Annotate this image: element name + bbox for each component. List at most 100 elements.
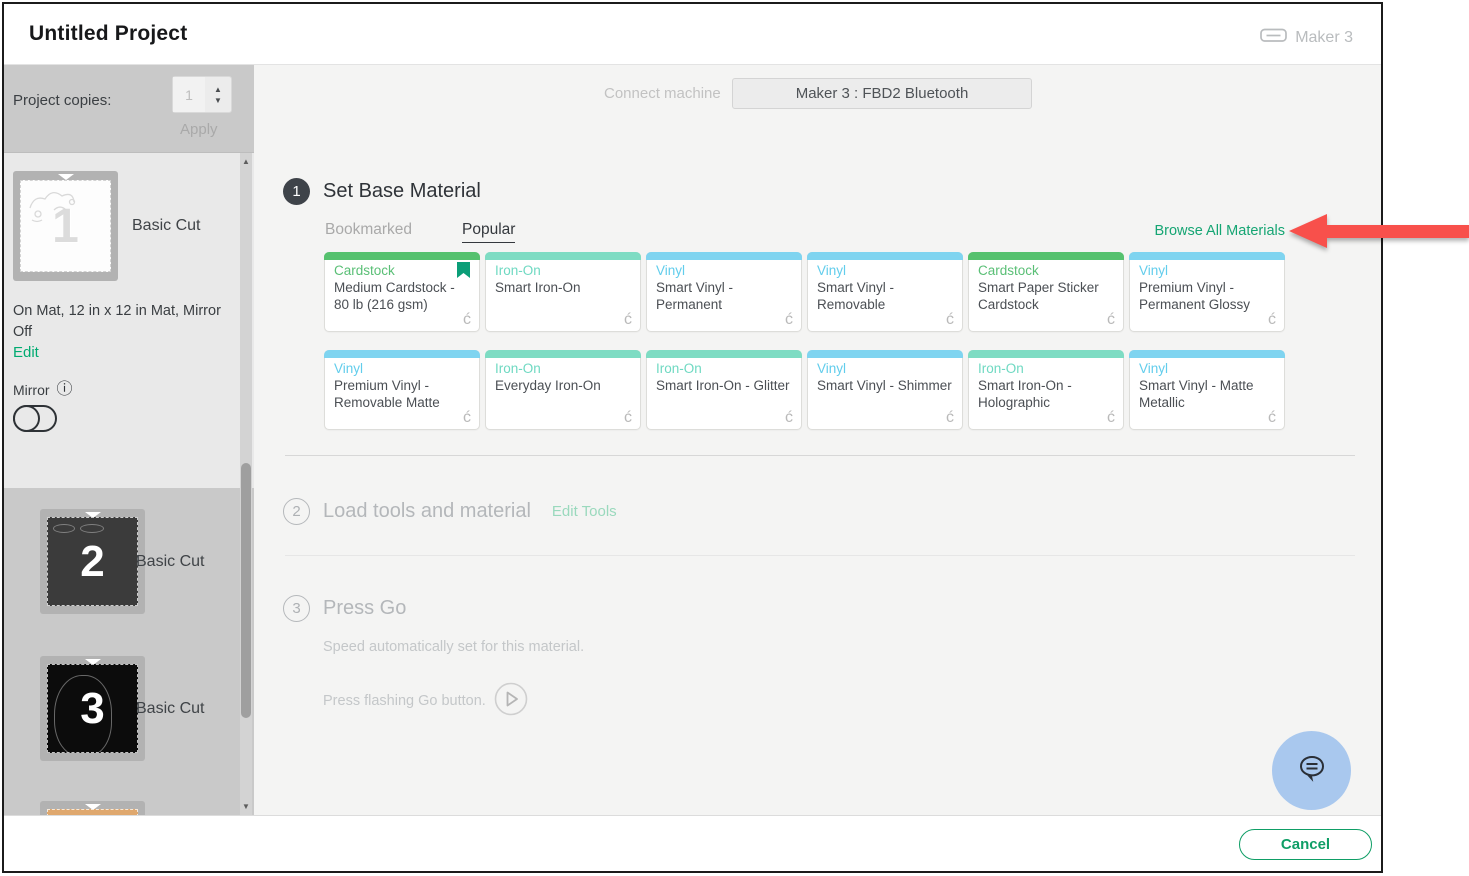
mat-item-4-partial[interactable] xyxy=(4,801,254,815)
card-color-bar xyxy=(807,252,963,260)
material-card[interactable]: Vinyl Smart Vinyl - Permanent ć xyxy=(646,252,802,332)
material-card[interactable]: Iron-On Everyday Iron-On ć xyxy=(485,350,641,430)
sidebar-scrollbar[interactable]: ▲ ▼ xyxy=(240,153,252,815)
card-color-bar xyxy=(324,350,480,358)
step2-badge: 2 xyxy=(283,498,310,525)
title-bar: Untitled Project Maker 3 xyxy=(4,4,1381,65)
material-name: Medium Cardstock - 80 lb (216 gsm) xyxy=(334,279,470,314)
scroll-up-icon[interactable]: ▲ xyxy=(240,157,252,166)
material-card[interactable]: Iron-On Smart Iron-On - Glitter ć xyxy=(646,350,802,430)
cricut-brand-icon: ć xyxy=(1107,409,1115,427)
cricut-brand-icon: ć xyxy=(1268,311,1276,329)
mat-item-2[interactable]: 2 Basic Cut xyxy=(4,509,254,649)
section-divider xyxy=(285,455,1355,456)
mat-number: 2 xyxy=(80,537,104,587)
mirror-label: Mirror xyxy=(13,382,50,398)
scrollbar-thumb[interactable] xyxy=(241,463,251,718)
bookmark-icon[interactable] xyxy=(457,262,470,283)
step3-badge: 3 xyxy=(283,595,310,622)
mat-1-thumbnail[interactable]: 1 xyxy=(13,171,118,281)
screenshot-stage: Untitled Project Maker 3 Project copies:… xyxy=(0,0,1469,876)
material-category: Vinyl xyxy=(656,263,685,278)
stepper-up-icon[interactable]: ▲ xyxy=(214,85,222,94)
material-name: Smart Vinyl - Permanent xyxy=(656,279,792,314)
mat-list: 1 Basic Cut On Mat, 12 in x 12 in Mat, M… xyxy=(4,153,254,815)
tab-bookmarked[interactable]: Bookmarked xyxy=(325,221,412,243)
info-icon[interactable]: ⓘ xyxy=(57,382,73,398)
cricut-brand-icon: ć xyxy=(624,311,632,329)
edit-tools-link[interactable]: Edit Tools xyxy=(552,503,617,520)
mat-design-preview xyxy=(24,184,84,226)
chat-bubble-icon xyxy=(1294,750,1330,791)
mat-2-preview: 2 xyxy=(47,517,138,606)
speed-note: Speed automatically set for this materia… xyxy=(323,639,584,655)
card-color-bar xyxy=(485,350,641,358)
material-card[interactable]: Iron-On Smart Iron-On - Holographic ć xyxy=(968,350,1124,430)
material-category: Iron-On xyxy=(656,361,702,376)
card-color-bar xyxy=(646,350,802,358)
project-copies-panel: Project copies: ▲ ▼ Apply xyxy=(4,65,254,153)
material-card[interactable]: Vinyl Smart Vinyl - Removable ć xyxy=(807,252,963,332)
step2-title: Load tools and material xyxy=(323,500,531,523)
material-name: Smart Iron-On - Glitter xyxy=(656,377,792,394)
material-category: Vinyl xyxy=(817,263,846,278)
mirror-row: Mirror ⓘ xyxy=(13,382,73,398)
mat-2-linetype: Basic Cut xyxy=(136,553,204,571)
mat-3-preview: 3 xyxy=(47,664,138,753)
material-cards-grid: Cardstock Medium Cardstock - 80 lb (216 … xyxy=(324,252,1285,430)
card-color-bar xyxy=(485,252,641,260)
material-card[interactable]: Cardstock Medium Cardstock - 80 lb (216 … xyxy=(324,252,480,332)
cancel-button[interactable]: Cancel xyxy=(1239,829,1372,860)
mat-item-3[interactable]: 3 Basic Cut xyxy=(4,656,254,796)
cricut-brand-icon: ć xyxy=(1107,311,1115,329)
card-color-bar xyxy=(968,350,1124,358)
cricut-brand-icon: ć xyxy=(1268,409,1276,427)
cricut-brand-icon: ć xyxy=(463,311,471,329)
mat-2-thumbnail[interactable]: 2 xyxy=(40,509,145,614)
material-card[interactable]: Vinyl Premium Vinyl - Permanent Glossy ć xyxy=(1129,252,1285,332)
material-card[interactable]: Vinyl Smart Vinyl - Matte Metallic ć xyxy=(1129,350,1285,430)
mat-sidebar: Project copies: ▲ ▼ Apply xyxy=(4,65,254,815)
material-card[interactable]: Vinyl Smart Vinyl - Shimmer ć xyxy=(807,350,963,430)
help-chat-button[interactable] xyxy=(1272,731,1351,810)
material-card[interactable]: Cardstock Smart Paper Sticker Cardstock … xyxy=(968,252,1124,332)
material-category: Iron-On xyxy=(495,361,541,376)
copies-input[interactable] xyxy=(173,77,205,112)
machine-select-button[interactable]: Maker 3 : FBD2 Bluetooth xyxy=(732,78,1032,109)
step3-header: 3 Press Go xyxy=(283,595,406,622)
card-color-bar xyxy=(807,350,963,358)
tab-popular[interactable]: Popular xyxy=(462,221,515,243)
cricut-brand-icon: ć xyxy=(946,311,954,329)
copies-stepper[interactable]: ▲ ▼ xyxy=(172,76,232,113)
mirror-toggle-knob xyxy=(13,405,40,432)
material-name: Smart Vinyl - Matte Metallic xyxy=(1139,377,1275,412)
cricut-brand-icon: ć xyxy=(785,409,793,427)
mirror-toggle[interactable] xyxy=(13,405,57,432)
material-card[interactable]: Vinyl Premium Vinyl - Removable Matte ć xyxy=(324,350,480,430)
mat-3-thumbnail[interactable]: 3 xyxy=(40,656,145,761)
connect-machine-label: Connect machine xyxy=(604,85,721,102)
mat-item-1-selected[interactable]: 1 Basic Cut On Mat, 12 in x 12 in Mat, M… xyxy=(4,153,254,488)
machine-icon xyxy=(1260,26,1287,49)
browse-all-materials-link[interactable]: Browse All Materials xyxy=(1154,223,1285,239)
card-color-bar xyxy=(1129,350,1285,358)
card-color-bar xyxy=(1129,252,1285,260)
card-color-bar xyxy=(968,252,1124,260)
cricut-brand-icon: ć xyxy=(785,311,793,329)
step1-title: Set Base Material xyxy=(323,180,481,203)
material-name: Premium Vinyl - Removable Matte xyxy=(334,377,470,412)
stepper-down-icon[interactable]: ▼ xyxy=(214,96,222,105)
go-button-icon xyxy=(494,682,528,720)
cricut-brand-icon: ć xyxy=(946,409,954,427)
scroll-down-icon[interactable]: ▼ xyxy=(240,802,252,811)
apply-button[interactable]: Apply xyxy=(180,121,218,138)
material-name: Premium Vinyl - Permanent Glossy xyxy=(1139,279,1275,314)
make-it-panel: Connect machine Maker 3 : FBD2 Bluetooth… xyxy=(254,65,1381,815)
edit-mat-link[interactable]: Edit xyxy=(13,344,39,361)
machine-status[interactable]: Maker 3 xyxy=(1260,26,1353,49)
material-name: Smart Paper Sticker Cardstock xyxy=(978,279,1114,314)
mat-4-thumbnail[interactable] xyxy=(40,801,145,815)
material-card[interactable]: Iron-On Smart Iron-On ć xyxy=(485,252,641,332)
copies-stepper-arrows[interactable]: ▲ ▼ xyxy=(205,77,231,112)
section-divider xyxy=(285,555,1355,556)
